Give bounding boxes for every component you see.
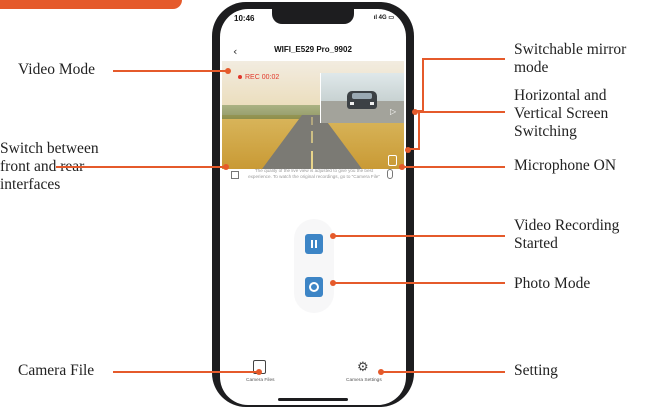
label-video-mode: Video Mode — [18, 61, 95, 78]
tab-camera-settings[interactable]: Camera Settings — [346, 378, 382, 383]
leader-dot-switch — [223, 164, 229, 170]
page-title: WIFI_E529 Pro_9902 — [274, 45, 352, 54]
leader-mirror-h2 — [422, 58, 505, 60]
status-indicators: ıl 4G ▭ — [373, 15, 394, 21]
live-view-notice: The quality of the live view is adjusted… — [248, 168, 380, 179]
leader-photo — [332, 282, 505, 284]
label-camera-file: Camera File — [18, 362, 95, 379]
phone-screen: 10:46 ıl 4G ▭ ‹ WIFI_E529 Pro_9902 REC 0… — [220, 9, 406, 405]
switch-camera-icon[interactable] — [231, 171, 239, 179]
rec-dot-icon — [238, 75, 242, 80]
live-video-view: REC 00:02 ▷ — [222, 61, 404, 169]
leader-camera-file — [113, 371, 258, 373]
car-image — [347, 91, 377, 109]
label-orientation: Horizontal and Vertical Screen Switching — [514, 87, 609, 140]
car-headlight-left — [350, 102, 354, 105]
tab-camera-files[interactable]: Camera Files — [246, 378, 275, 383]
microphone-icon[interactable] — [387, 169, 393, 179]
label-recording-started: Video Recording Started — [514, 217, 620, 252]
label-photo-mode: Photo Mode — [514, 275, 591, 292]
leader-dot-video-mode — [225, 68, 231, 74]
leader-video-mode — [113, 70, 227, 72]
pause-bar-left — [311, 240, 313, 248]
mirror-icon[interactable]: ▷ — [390, 107, 399, 116]
label-setting: Setting — [514, 362, 558, 379]
car-headlight-right — [370, 102, 374, 105]
phone-frame: 10:46 ıl 4G ▭ ‹ WIFI_E529 Pro_9902 REC 0… — [212, 2, 414, 407]
video-road — [262, 115, 362, 169]
leader-mirror-v — [422, 58, 424, 112]
label-microphone: Microphone ON — [514, 157, 617, 174]
leader-microphone — [401, 166, 505, 168]
leader-recording — [332, 235, 505, 237]
leader-dot-camera-file — [256, 369, 262, 375]
car-window — [352, 93, 372, 99]
leader-orientation-h2 — [418, 111, 505, 113]
gear-icon[interactable]: ⚙ — [357, 361, 369, 374]
rec-label: REC 00:02 — [245, 74, 280, 81]
camera-lens-icon — [309, 282, 319, 292]
rec-indicator: REC 00:02 — [238, 74, 279, 81]
record-pause-button[interactable] — [305, 234, 323, 254]
corner-accent-tab — [0, 0, 182, 9]
leader-switch-front-rear — [56, 166, 225, 168]
pause-bar-right — [315, 240, 317, 248]
leader-setting — [380, 371, 505, 373]
phone-notch — [272, 9, 354, 24]
leader-orientation-v — [418, 111, 420, 150]
label-mirror-mode: Switchable mirror mode — [514, 41, 627, 76]
rotate-screen-icon[interactable] — [388, 155, 397, 166]
status-time: 10:46 — [234, 14, 255, 23]
home-indicator — [278, 398, 348, 401]
photo-button[interactable] — [305, 277, 323, 297]
